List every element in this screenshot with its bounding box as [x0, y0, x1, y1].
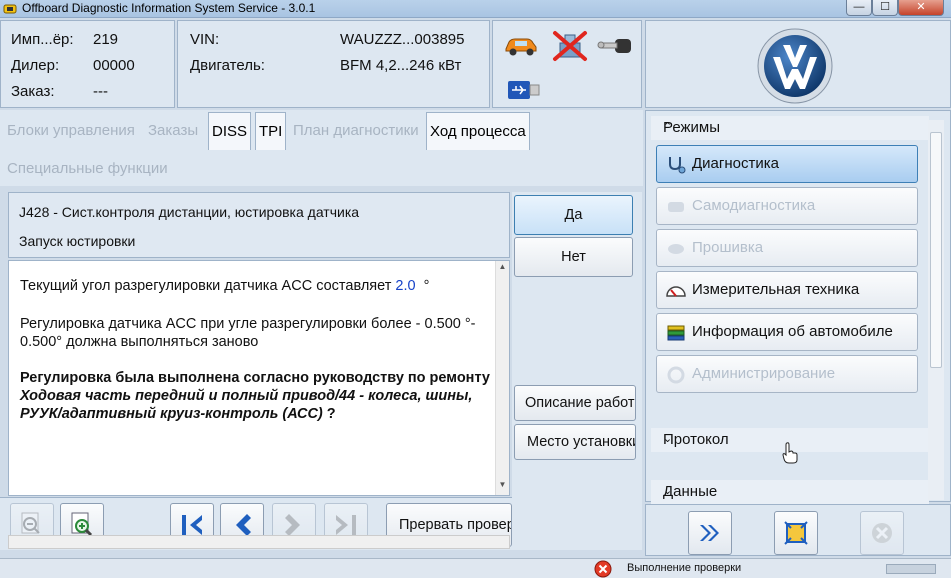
no-button[interactable]: Нет [514, 237, 633, 277]
dealer-value: 00000 [93, 57, 135, 74]
current-angle-value: 2.0 [395, 278, 416, 294]
sidebar-toolbar [645, 504, 951, 556]
importer-value: 219 [93, 31, 119, 48]
ignition-key-icon [597, 39, 631, 53]
brand-logo-panel [645, 20, 951, 108]
main-tabs: Блоки управления Заказы DISS TPI План ди… [0, 110, 643, 186]
mode-measurement-button[interactable]: Измерительная техника [656, 271, 918, 309]
confirmation-question: Регулировка была выполнена согласно руко… [20, 369, 490, 423]
mode-self-diagnostics-label: Самодиагностика [692, 197, 816, 214]
hand-cursor-icon [782, 442, 798, 464]
usb-icon [508, 81, 540, 99]
mode-administration-button[interactable]: Администрирование [656, 355, 918, 393]
settings-gear-icon [667, 366, 685, 384]
engine-label: Двигатель: [190, 57, 265, 74]
tab-process-progress[interactable]: Ход процесса [426, 112, 530, 150]
scroll-up-arrow-icon[interactable]: ▲ [496, 262, 509, 276]
test-step-header: J428 - Сист.контроля дистанции, юстировк… [8, 192, 510, 258]
self-diagnosis-icon [668, 202, 684, 212]
engine-value: BFM 4,2...246 кВт [340, 57, 462, 74]
flash-icon [668, 244, 684, 254]
content-horizontal-scrollbar[interactable] [8, 535, 510, 549]
dealer-label: Дилер: [11, 57, 60, 74]
vehicle-info-panel: VIN: WAUZZZ...003895 Двигатель: BFM 4,2.… [177, 20, 490, 108]
mode-self-diagnostics-button[interactable]: Самодиагностика [656, 187, 918, 225]
modes-sidebar: Режимы ⌃ Диагностика Самодиагностика Про… [645, 110, 951, 504]
install-location-button[interactable]: Место установки [514, 424, 636, 460]
fast-forward-button[interactable] [688, 511, 732, 555]
no-connection-icon [553, 31, 587, 61]
books-icon [667, 325, 685, 341]
error-icon [594, 560, 612, 578]
answer-buttons-column: Да Нет Описание работ Место установки [512, 192, 642, 550]
modes-section-header[interactable]: Режимы ⌃ [651, 116, 929, 140]
tab-diagnostic-plan[interactable]: План диагностики [290, 112, 422, 150]
order-value: --- [93, 83, 108, 100]
status-bar: Выполнение проверки [0, 558, 951, 578]
vw-logo-icon [757, 28, 833, 104]
collapse-up-icon[interactable]: ⌃ [663, 120, 923, 133]
vin-value: WAUZZZ...003895 [340, 31, 465, 48]
question-bold-part: Регулировка была выполнена согласно руко… [20, 370, 490, 386]
mode-measurement-label: Измерительная техника [692, 281, 860, 298]
test-step-subtitle: Запуск юстировки [19, 233, 136, 249]
window-title: Offboard Diagnostic Information System S… [22, 1, 316, 15]
resize-grip[interactable] [886, 564, 936, 574]
mode-vehicle-info-label: Информация об автомобиле [692, 323, 893, 340]
tab-control-units[interactable]: Блоки управления [4, 112, 138, 150]
current-angle-label: Текущий угол разрегулировки датчика ACC … [20, 278, 392, 294]
tab-tpi[interactable]: TPI [255, 112, 287, 150]
current-angle-text: Текущий угол разрегулировки датчика ACC … [20, 277, 490, 295]
repair-manual-reference: Ходовая часть передний и полный привод/4… [20, 388, 473, 422]
mode-vehicle-info-button[interactable]: Информация об автомобиле [656, 313, 918, 351]
test-instructions-pane: Текущий угол разрегулировки датчика ACC … [8, 260, 510, 496]
test-step-title: J428 - Сист.контроля дистанции, юстировк… [19, 204, 360, 220]
vin-label: VIN: [190, 31, 220, 48]
gauge-icon [666, 286, 686, 297]
content-vertical-scrollbar[interactable]: ▲ ▼ [495, 261, 509, 495]
scroll-down-arrow-icon[interactable]: ▼ [496, 480, 509, 494]
cancel-button[interactable] [860, 511, 904, 555]
expand-down-icon[interactable]: ⌄ [663, 484, 923, 497]
order-label: Заказ: [11, 83, 55, 100]
adjustment-rule-text: Регулировка датчика ACC при угле разрегу… [20, 316, 476, 350]
connection-status-panel [492, 20, 642, 108]
mode-flashing-button[interactable]: Прошивка [656, 229, 918, 267]
sidebar-scrollbar[interactable] [928, 120, 944, 500]
work-description-button[interactable]: Описание работ [514, 385, 636, 421]
fit-window-button[interactable] [774, 511, 818, 555]
odis-app-icon [3, 4, 17, 14]
importer-label: Имп...ёр: [11, 31, 74, 48]
current-angle-unit: ° [423, 278, 430, 294]
mode-diagnostics-button[interactable]: Диагностика [656, 145, 918, 183]
tab-special-functions[interactable]: Специальные функции [4, 150, 171, 188]
car-icon [505, 38, 537, 56]
minimize-button[interactable]: — [846, 0, 872, 16]
data-section-header[interactable]: Данные ⌄ [651, 480, 929, 504]
mode-diagnostics-label: Диагностика [692, 155, 779, 172]
status-text: Выполнение проверки [627, 562, 742, 574]
dealer-info-panel: Имп...ёр: 219 Дилер: 00000 Заказ: --- [0, 20, 175, 108]
stethoscope-icon [669, 157, 686, 174]
yes-button[interactable]: Да [514, 195, 633, 235]
question-mark: ? [322, 406, 336, 422]
mode-administration-label: Администрирование [692, 365, 836, 382]
sidebar-scrollbar-thumb[interactable] [930, 132, 942, 368]
tab-diss[interactable]: DISS [208, 112, 252, 150]
tab-orders[interactable]: Заказы [145, 112, 201, 150]
maximize-button[interactable]: ☐ [872, 0, 898, 16]
double-chevron-right-icon [700, 525, 719, 541]
mode-flashing-label: Прошивка [692, 239, 764, 256]
fit-frame-icon [784, 521, 808, 545]
close-window-button[interactable]: ✕ [898, 0, 944, 16]
title-bar: Offboard Diagnostic Information System S… [0, 0, 951, 18]
cancel-circle-icon [872, 523, 892, 543]
